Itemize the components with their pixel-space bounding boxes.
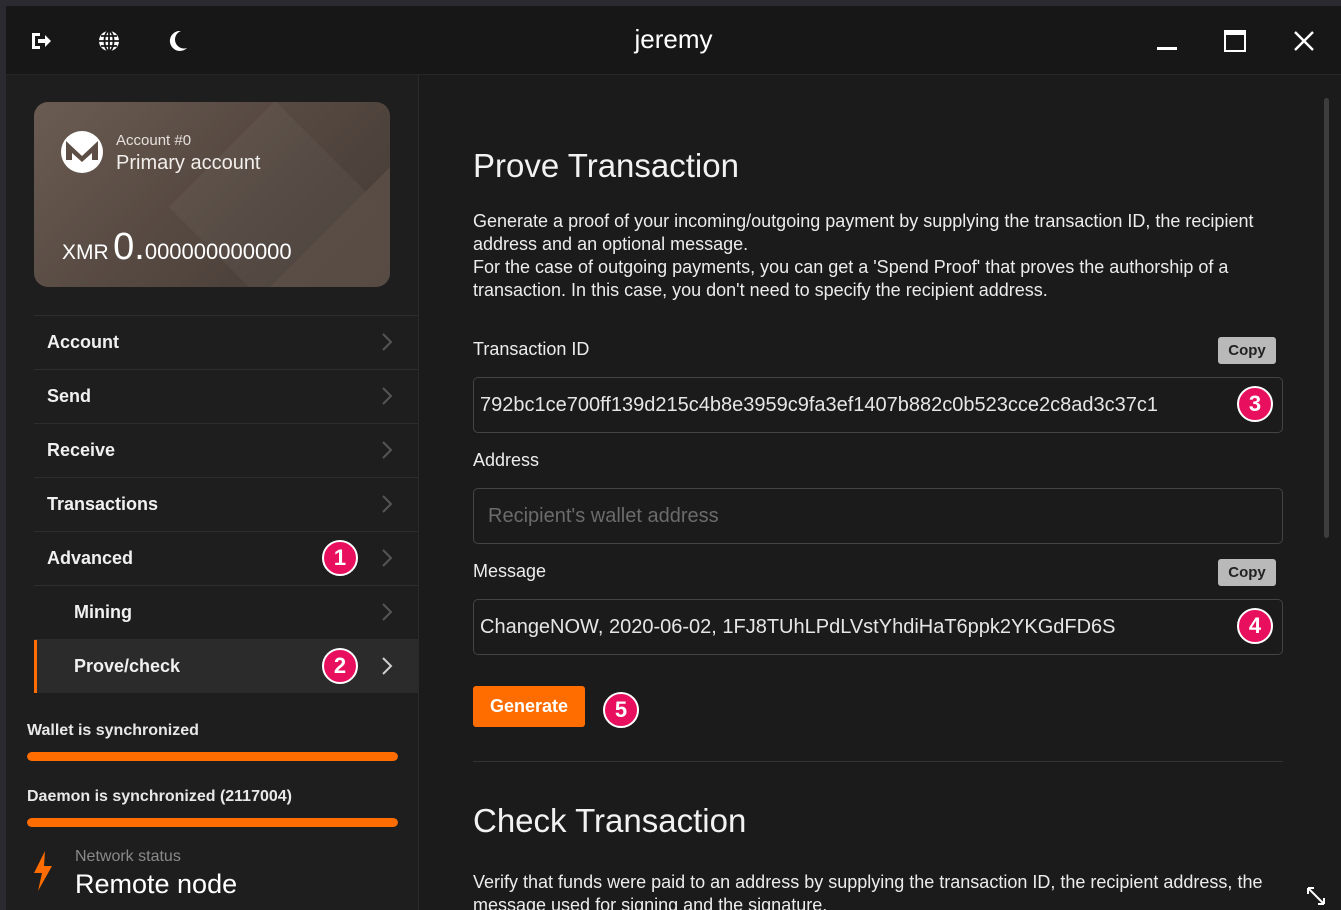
prove-title: Prove Transaction [473, 147, 739, 184]
sidebar-item-account[interactable]: Account [34, 315, 418, 369]
annotation-badge: 3 [1237, 386, 1273, 422]
prove-description: Generate a proof of your incoming/outgoi… [473, 210, 1293, 302]
chevron-right-icon [382, 549, 393, 567]
account-card[interactable]: Account #0 Primary account XMR 0.0000000… [34, 102, 390, 287]
annotation-badge: 5 [603, 692, 639, 728]
account-name: Primary account [116, 152, 261, 174]
txid-value: 792bc1ce700ff139d215c4b8e3959c9fa3ef1407… [480, 393, 1159, 416]
sidebar-item-label: Account [47, 332, 119, 352]
chevron-right-icon [382, 657, 393, 675]
sidebar-item-label: Mining [74, 602, 132, 622]
copy-txid-button[interactable]: Copy [1218, 337, 1276, 364]
network-status-label: Network status [75, 848, 181, 865]
sidebar-item-prove-check[interactable]: Prove/check 2 [34, 639, 418, 693]
address-placeholder: Recipient's wallet address [488, 504, 719, 527]
currency: XMR [62, 241, 109, 264]
section-divider [473, 761, 1283, 762]
chevron-right-icon [382, 603, 393, 621]
chevron-right-icon [382, 333, 393, 351]
resize-icon[interactable] [1305, 885, 1327, 907]
balance: XMR 0.000000000000 [62, 226, 292, 269]
scrollbar[interactable] [1324, 98, 1329, 538]
balance-int: 0. [113, 226, 145, 268]
sidebar-item-send[interactable]: Send [34, 369, 418, 423]
check-description: Verify that funds were paid to an addres… [473, 872, 1263, 910]
address-input[interactable]: Recipient's wallet address [473, 488, 1283, 544]
minimize-icon[interactable] [1152, 26, 1182, 56]
sidebar-item-label: Send [47, 386, 92, 406]
close-icon[interactable] [1289, 26, 1319, 56]
monero-logo [60, 130, 104, 174]
annotation-badge: 4 [1237, 608, 1273, 644]
chevron-right-icon [382, 387, 393, 405]
wallet-sync-label: Wallet is synchronized [27, 722, 199, 739]
balance-dec: 000000000000 [144, 239, 292, 264]
network-status-value: Remote node [75, 869, 238, 899]
annotation-badge: 1 [322, 540, 358, 576]
prove-desc-1: Generate a proof of your incoming/outgoi… [473, 211, 1254, 254]
lightning-icon [34, 851, 52, 891]
sidebar-item-transactions[interactable]: Transactions [34, 477, 418, 531]
account-number: Account #0 [116, 132, 192, 149]
sidebar-menu: Account Send Receive Transactions Advanc… [34, 315, 418, 693]
title-bar: jeremy [6, 6, 1341, 75]
wallet-sync-fill [27, 752, 398, 761]
sidebar: Account #0 Primary account XMR 0.0000000… [6, 75, 419, 910]
window-title: jeremy [634, 24, 713, 54]
sidebar-item-mining[interactable]: Mining [34, 585, 418, 639]
sidebar-item-advanced[interactable]: Advanced 1 [34, 531, 418, 585]
address-label: Address [473, 450, 540, 470]
prove-desc-2: For the case of outgoing payments, you c… [473, 257, 1229, 300]
sidebar-item-receive[interactable]: Receive [34, 423, 418, 477]
message-label: Message [473, 561, 547, 581]
sidebar-item-label: Transactions [47, 494, 159, 514]
wallet-sync-bar [27, 752, 398, 761]
message-input[interactable]: ChangeNOW, 2020-06-02, 1FJ8TUhLPdLVstYhd… [473, 599, 1283, 655]
chevron-right-icon [382, 495, 393, 513]
daemon-sync-fill [27, 818, 398, 827]
sidebar-item-label: Receive [47, 440, 116, 460]
generate-button[interactable]: Generate [473, 686, 585, 727]
txid-input[interactable]: 792bc1ce700ff139d215c4b8e3959c9fa3ef1407… [473, 377, 1283, 433]
app-window: jeremy Account #0 Primary account XMR 0.… [6, 6, 1341, 910]
copy-message-button[interactable]: Copy [1218, 559, 1276, 586]
daemon-sync-bar [27, 818, 398, 827]
txid-label: Transaction ID [473, 339, 590, 359]
main-panel: Prove Transaction Generate a proof of yo… [419, 75, 1341, 910]
sidebar-item-label: Prove/check [74, 656, 181, 676]
check-title: Check Transaction [473, 802, 747, 839]
maximize-icon[interactable] [1220, 26, 1250, 56]
chevron-right-icon [382, 441, 393, 459]
daemon-sync-label: Daemon is synchronized (2117004) [27, 788, 292, 805]
message-value: ChangeNOW, 2020-06-02, 1FJ8TUhLPdLVstYhd… [480, 615, 1116, 638]
annotation-badge: 2 [322, 648, 358, 684]
sidebar-item-label: Advanced [47, 548, 134, 568]
